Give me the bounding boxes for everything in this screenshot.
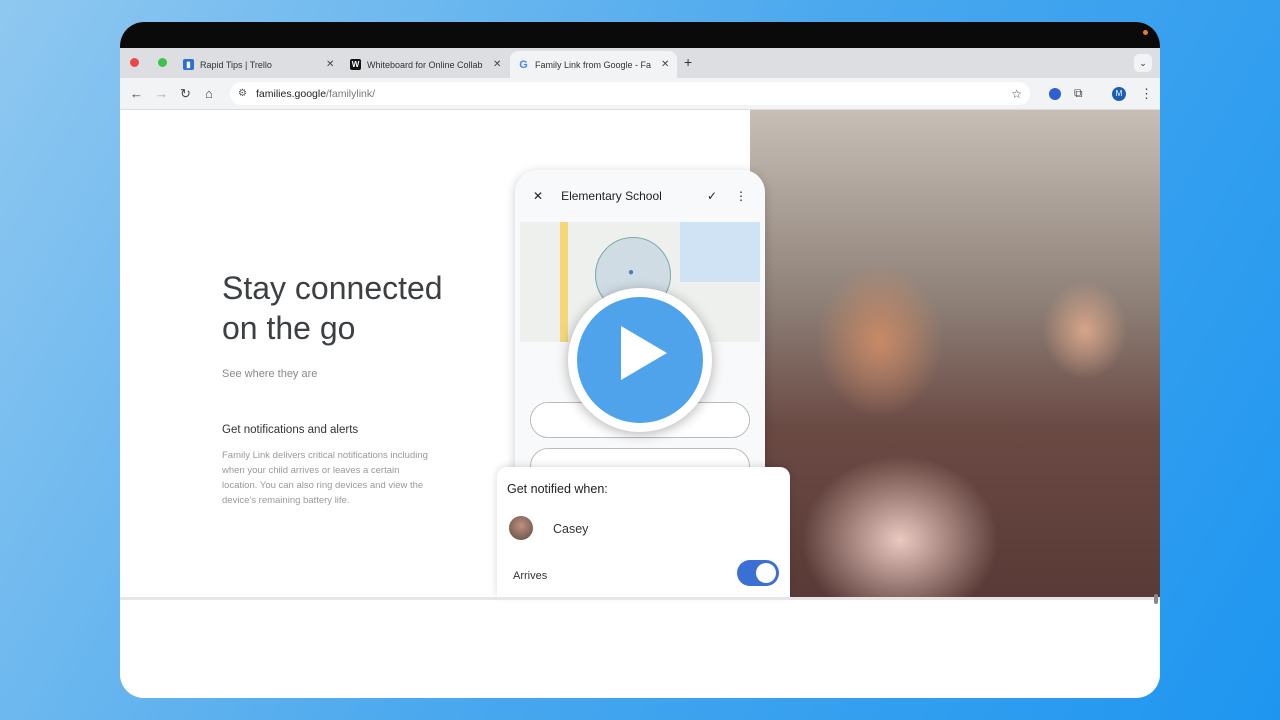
w-logo-icon: W [350,59,361,70]
feature-heading[interactable]: Get notifications and alerts [222,424,358,436]
maximize-window-button[interactable] [158,58,167,67]
tab-whiteboard[interactable]: W Whiteboard for Online Collab ✕ [342,51,509,78]
menu-kebab-icon[interactable]: ⋮ [1140,86,1153,102]
url-path: /familylink/ [326,87,376,100]
location-pin-icon: ● [628,267,635,278]
reload-icon[interactable]: ↻ [180,86,191,102]
tab-family-link[interactable]: G Family Link from Google - Fa ✕ [510,51,678,78]
close-tab-icon[interactable]: ✕ [326,59,334,70]
extension-icon[interactable] [1049,88,1061,100]
url-host: families.google [256,87,327,100]
phone-title: Elementary School [561,189,662,203]
forward-icon[interactable]: → [155,86,168,101]
play-video-button[interactable] [568,288,712,432]
camera-dot [1143,30,1148,35]
notification-card: Get notified when: Casey Arrives [497,467,790,597]
hero-title: Stay connected on the go [222,268,443,348]
home-icon[interactable]: ⌂ [205,86,213,101]
check-icon: ✓ [706,189,717,203]
close-window-button[interactable] [130,58,139,67]
play-icon [621,326,667,380]
card-title: Get notified when: [507,482,608,496]
tab-title: Rapid Tips | Trello [200,59,272,70]
tab-title: Family Link from Google - Fa [535,59,652,70]
site-settings-icon[interactable]: ⚙ [238,88,247,99]
address-bar[interactable]: ⚙ families.google/familylink/ ☆ [230,82,1030,105]
page-content: Stay connected on the go See where they a… [120,110,1160,698]
hero-title-line1: Stay connected [222,270,443,306]
profile-avatar[interactable]: M [1112,87,1126,101]
divider [120,597,1160,600]
hero-photo [750,110,1160,597]
tab-strip: ▮ Rapid Tips | Trello ✕ W Whiteboard for… [120,48,1160,78]
scrollbar[interactable] [1154,594,1158,604]
person-name: Casey [553,522,589,536]
tab-title: Whiteboard for Online Collab [367,59,483,70]
hero-subtitle[interactable]: See where they are [222,368,317,380]
close-tab-icon[interactable]: ✕ [661,59,669,70]
feature-body: Family Link delivers critical notificati… [222,450,428,506]
tab-trello[interactable]: ▮ Rapid Tips | Trello ✕ [175,51,342,78]
back-icon[interactable]: ← [130,86,143,101]
hero-title-line2: on the go [222,310,356,346]
tab-search-chevron-icon[interactable]: ⌄ [1134,54,1152,72]
close-tab-icon[interactable]: ✕ [493,59,501,70]
more-icon: ⋮ [735,189,747,203]
trello-icon: ▮ [183,59,194,70]
browser-window: ▮ Rapid Tips | Trello ✕ W Whiteboard for… [120,22,1160,698]
toolbar: ← → ↻ ⌂ ⚙ families.google/familylink/ ☆ … [120,78,1160,110]
top-bar [120,22,1160,48]
arrives-label: Arrives [513,570,548,582]
bookmark-star-icon[interactable]: ☆ [1011,87,1022,101]
google-icon: G [519,58,528,71]
close-icon: ✕ [533,189,544,203]
extensions-puzzle-icon[interactable]: ⧉ [1074,86,1083,101]
arrives-toggle[interactable] [737,560,779,586]
new-tab-button[interactable]: + [684,54,692,70]
avatar [509,516,533,540]
